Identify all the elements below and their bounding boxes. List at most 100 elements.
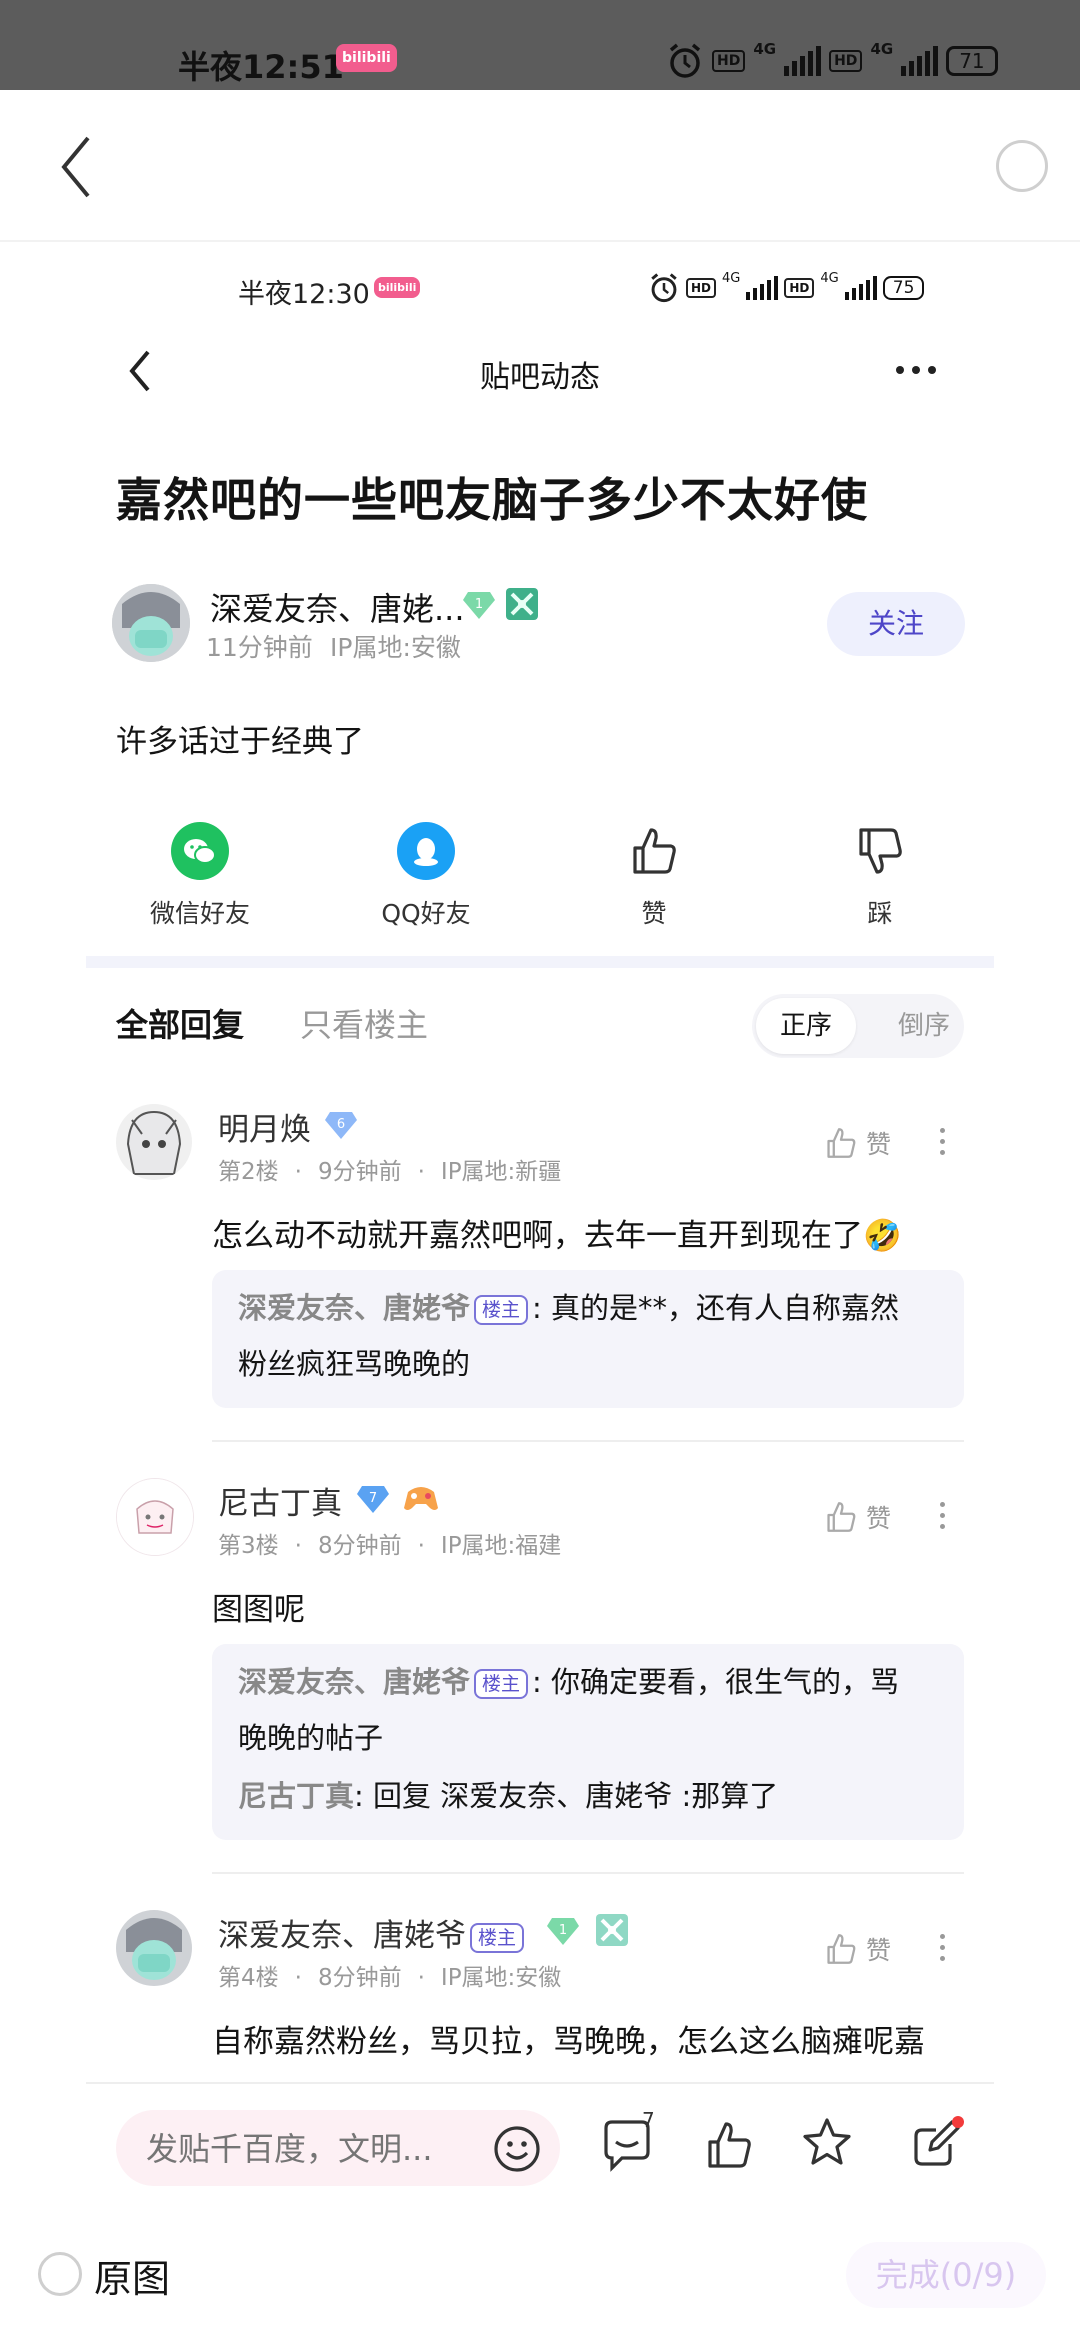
author-avatar[interactable]: [112, 584, 190, 662]
order-asc-button[interactable]: 正序: [756, 998, 856, 1054]
comment-avatar[interactable]: [116, 1910, 192, 1986]
reply-box[interactable]: 深爱友奈、唐姥爷 楼主: 你确定要看，很生气的，骂 晚晚的帖子 尼古丁真: 回复 …: [212, 1644, 964, 1840]
post-time: 11分钟前: [206, 633, 313, 662]
comment-avatar[interactable]: [116, 1104, 192, 1180]
level-badge: 7: [356, 1484, 390, 1518]
inner-signal-icon-2: [844, 276, 877, 300]
comment-author[interactable]: 深爱友奈、唐姥爷: [218, 1918, 466, 1954]
select-image-radio[interactable]: [996, 140, 1048, 192]
comment-more-icon[interactable]: [940, 1502, 945, 1529]
thumbs-up-icon: [708, 2122, 751, 2168]
author-name[interactable]: 深爱友奈、唐姥...: [210, 584, 465, 630]
order-desc-button[interactable]: 倒序: [898, 998, 950, 1054]
original-image-radio[interactable]: [38, 2252, 82, 2296]
dislike-post-button[interactable]: 踩: [800, 822, 960, 930]
wechat-icon: [171, 822, 229, 880]
comment-body: 图图呢: [212, 1592, 305, 1628]
reply-author[interactable]: 深爱友奈、唐姥爷: [238, 1665, 470, 1699]
comments-button[interactable]: 7: [598, 2108, 656, 2178]
compose-button[interactable]: [906, 2114, 966, 2178]
qq-icon: [397, 822, 455, 880]
reply-input[interactable]: [144, 2122, 448, 2176]
comment-body: 怎么动不动就开嘉然吧啊，去年一直开到现在了🤣: [212, 1218, 902, 1254]
owner-tag: 楼主: [474, 1669, 529, 1699]
comment-author[interactable]: 明月焕: [218, 1104, 311, 1149]
comment-meta: 第4楼 · 8分钟前 · IP属地:安徽: [218, 1965, 562, 1991]
comment-count: 7: [642, 2108, 655, 2132]
comment-body: 自称嘉然粉丝，骂贝拉，骂晚晚，怎么这么脑瘫呢嘉: [212, 2024, 925, 2060]
more-options-icon[interactable]: [896, 366, 936, 374]
level-badge: 6: [324, 1110, 358, 1144]
svg-text:1: 1: [475, 597, 483, 612]
owner-tag: 楼主: [470, 1922, 525, 1953]
member-badge-icon: [596, 1914, 628, 1946]
inner-status-icons: HD 4G HD 4G 75: [648, 271, 925, 304]
inner-hd-icon: HD: [686, 278, 717, 298]
outer-status-bar: 半夜12:51 bilibili HD 4G HD 4G 71: [0, 0, 1080, 90]
comment-more-icon[interactable]: [940, 1128, 945, 1155]
battery-icon: 71: [946, 46, 998, 76]
comment-author-row: 深爱友奈、唐姥爷 楼主: [218, 1910, 528, 1955]
share-wechat-button[interactable]: 微信好友: [120, 822, 280, 930]
post-ip: IP属地:安徽: [330, 633, 461, 662]
hd-icon-2: HD: [829, 50, 863, 72]
nav-title: 贴吧动态: [480, 360, 600, 395]
level-badge: 1: [546, 1916, 580, 1950]
inner-signal-icon: [746, 276, 779, 300]
emoji-icon[interactable]: [492, 2124, 542, 2174]
author-level-badge: 1: [462, 590, 496, 624]
image-viewer-bar: [0, 90, 1080, 242]
comment-divider: [212, 1440, 964, 1442]
inner-hd-icon-2: HD: [784, 278, 815, 298]
like-post-button[interactable]: 赞: [574, 822, 734, 930]
comment-avatar[interactable]: [116, 1478, 194, 1556]
reply-line: 尼古丁真: 回复 深爱友奈、唐姥爷 :那算了: [238, 1779, 779, 1813]
reply-input-pill[interactable]: [116, 2110, 560, 2186]
svg-text:1: 1: [559, 1923, 567, 1938]
inner-clock: 半夜12:30: [238, 279, 370, 310]
favorite-button[interactable]: [798, 2114, 856, 2176]
thumbs-up-icon: [633, 828, 676, 874]
svg-text:6: 6: [337, 1117, 345, 1132]
comment-like-button[interactable]: 赞: [822, 1124, 891, 1162]
comment-like-button[interactable]: 赞: [822, 1498, 891, 1536]
tab-all-replies[interactable]: 全部回复: [116, 1000, 244, 1046]
sort-order-toggle: 正序 倒序: [752, 994, 964, 1058]
original-image-label[interactable]: 原图: [94, 2248, 170, 2303]
reply-line: 深爱友奈、唐姥爷 楼主: 你确定要看，很生气的，骂: [238, 1665, 900, 1699]
thumbs-up-icon: [827, 1128, 856, 1158]
thumbs-up-icon: [827, 1934, 856, 1964]
reply-author[interactable]: 尼古丁真: [238, 1779, 354, 1813]
inner-alarm-icon: [651, 273, 677, 303]
thumbs-up-icon: [827, 1502, 856, 1532]
post-title: 嘉然吧的一些吧友脑子多少不太好使: [116, 473, 868, 527]
inner-bilibili-icon: bilibili: [374, 276, 421, 298]
comment-more-icon[interactable]: [940, 1934, 945, 1961]
outer-clock: 半夜12:51: [178, 48, 344, 86]
bottom-like-button[interactable]: [700, 2116, 758, 2178]
inner-battery-icon: 75: [882, 276, 925, 300]
edit-icon: [914, 2116, 964, 2166]
svg-text:7: 7: [369, 1491, 377, 1506]
outer-status-icons: HD 4G HD 4G 71: [666, 40, 998, 80]
owner-tag: 楼主: [474, 1295, 529, 1325]
done-button[interactable]: 完成(0/9): [846, 2242, 1046, 2308]
section-divider: [86, 956, 994, 968]
thumbs-down-icon: [859, 828, 902, 874]
star-icon: [803, 2118, 851, 2165]
tab-owner-only[interactable]: 只看楼主: [300, 1000, 428, 1046]
back-arrow-icon[interactable]: [56, 132, 96, 202]
gamepad-badge-icon: [402, 1482, 440, 1518]
reply-box[interactable]: 深爱友奈、唐姥爷 楼主: 真的是**，还有人自称嘉然 粉丝疯狂骂晚晚的: [212, 1270, 964, 1408]
post-content: 许多话过于经典了: [116, 724, 364, 760]
share-qq-button[interactable]: QQ好友: [346, 822, 506, 930]
reply-author[interactable]: 深爱友奈、唐姥爷: [238, 1291, 470, 1325]
bilibili-app-icon: bilibili: [336, 44, 397, 72]
comment-like-button[interactable]: 赞: [822, 1930, 891, 1968]
follow-button[interactable]: 关注: [827, 592, 965, 656]
signal-icon-2: [901, 46, 939, 76]
comment-author[interactable]: 尼古丁真: [218, 1478, 342, 1523]
signal-icon: [784, 46, 822, 76]
member-badge-icon: [506, 588, 538, 620]
comment-divider: [212, 1872, 964, 1874]
